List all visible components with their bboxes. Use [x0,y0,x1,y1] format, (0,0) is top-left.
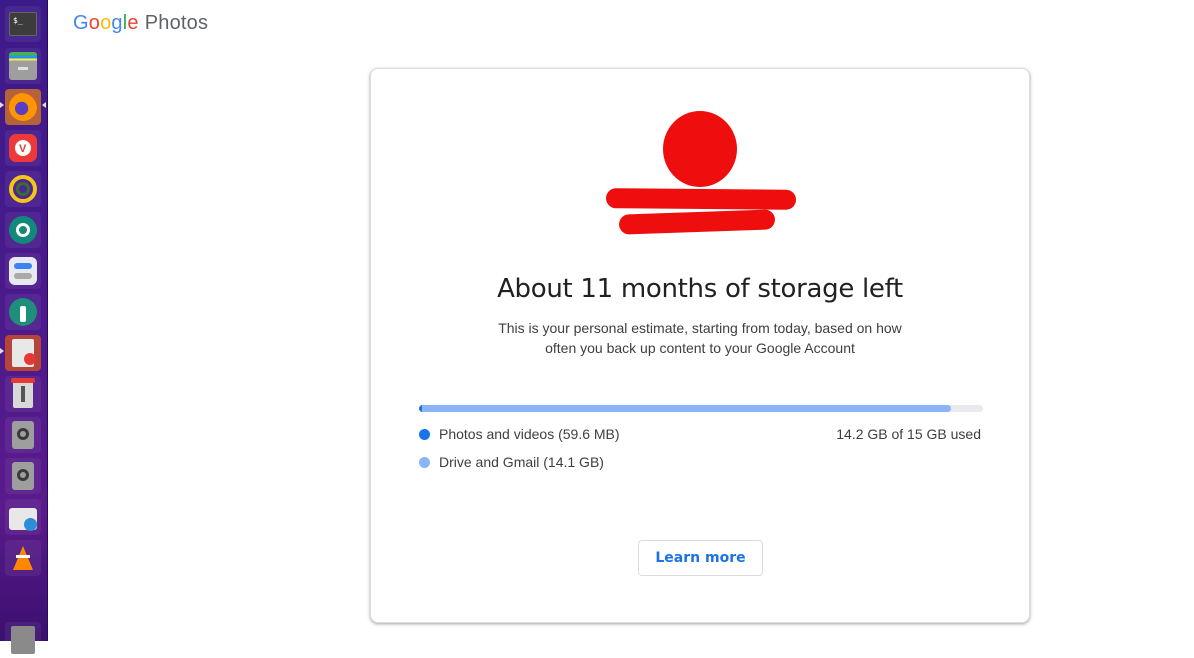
vivaldi-icon: V [9,134,37,162]
storage-card: About 11 months of storage left This is … [370,68,1030,623]
storage-bar-segment-photos [419,405,422,412]
dock-settings-toggle[interactable] [5,253,41,289]
dock-files[interactable] [5,48,41,84]
file-cabinet-icon [9,52,37,80]
legend-dot-icon [419,456,430,468]
trash-icon [11,626,35,654]
briefcase-download-icon [9,508,37,531]
package-installer-icon [11,378,35,408]
storage-usage-bar [419,405,983,412]
running-indicator [42,102,46,108]
logo-letter: G [73,12,89,34]
legend-photos-videos: Photos and videos (59.6 MB) [419,426,620,442]
dock-trash[interactable] [5,622,41,658]
dock-installer[interactable] [5,376,41,412]
aperture-icon [9,216,37,244]
running-indicator [0,102,4,108]
storage-estimate-description: This is your personal estimate, starting… [498,320,902,356]
storage-used-summary: 14.2 GB of 15 GB used [836,426,981,442]
logo-letter: o [88,12,101,34]
legend-label: Drive and Gmail (14.1 GB) [439,454,604,470]
redacted-account-name [605,188,797,210]
dock-text-editor[interactable] [5,335,41,371]
legend-drive-gmail: Drive and Gmail (14.1 GB) [419,454,604,470]
logo-letter: o [100,12,112,34]
dock-sync[interactable] [5,171,41,207]
terminal-icon: $_ [9,12,37,36]
dock-terminal[interactable]: $_ [5,6,41,42]
storage-bar-segment-drive-gmail [421,405,952,412]
dock-software-store[interactable] [5,499,41,535]
toggle-settings-icon [9,257,37,285]
disk-icon [12,421,34,449]
document-edit-icon [12,339,36,367]
vlc-cone-icon [9,544,37,572]
dock-vlc[interactable] [5,540,41,576]
avatar [663,111,737,187]
legend-dot-icon [419,428,430,440]
dock-disk-1[interactable] [5,417,41,453]
sync-icon [9,175,37,203]
disk-icon [12,462,34,490]
google-photos-logo[interactable]: Google Photos [73,12,208,35]
legend-label: Photos and videos (59.6 MB) [439,426,620,442]
dock-disk-2[interactable] [5,458,41,494]
running-indicator [0,348,4,354]
logo-letter: e [127,12,139,34]
gear-wrench-icon [9,298,37,326]
redacted-account-email [618,209,776,235]
logo-product-name: Photos [144,12,209,34]
logo-letter: g [111,12,123,34]
dock-gear-tools[interactable] [5,294,41,330]
learn-more-button[interactable]: Learn more [638,540,763,576]
dock-aperture[interactable] [5,212,41,248]
dock-firefox[interactable] [5,89,41,125]
dock-vivaldi[interactable]: V [5,130,41,166]
firefox-icon [9,93,37,121]
storage-headline: About 11 months of storage left [497,274,903,304]
launcher-dock: $_ V [0,0,48,658]
